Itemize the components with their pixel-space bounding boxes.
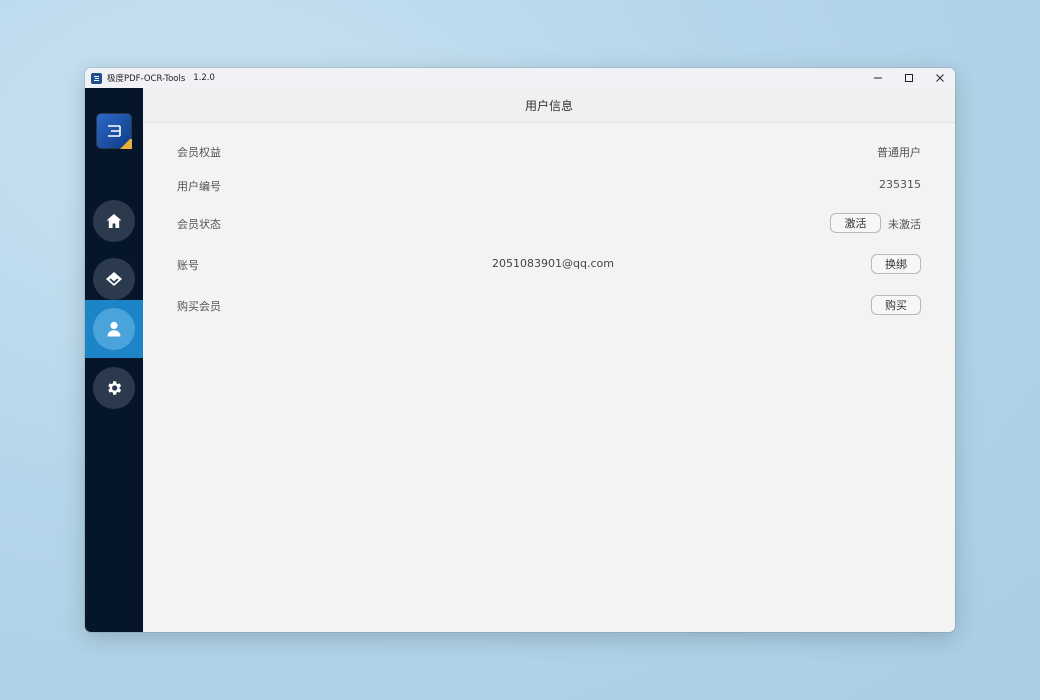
maximize-icon — [905, 74, 913, 82]
account-label: 账号 — [177, 259, 199, 272]
page-header: 用户信息 — [143, 88, 955, 123]
buy-button[interactable]: 购买 — [871, 295, 921, 315]
diamond-icon — [106, 272, 122, 286]
app-version: 1.2.0 — [193, 73, 215, 83]
close-button[interactable] — [925, 68, 955, 88]
maximize-button[interactable] — [894, 68, 924, 88]
activate-button[interactable]: 激活 — [830, 213, 881, 233]
app-icon — [91, 72, 102, 84]
sidebar-item-settings[interactable] — [85, 359, 143, 417]
app-logo — [97, 114, 132, 149]
buy-membership-label: 购买会员 — [177, 300, 221, 313]
rebind-button[interactable]: 换绑 — [871, 254, 921, 274]
member-status-label: 会员状态 — [177, 218, 221, 231]
membership-value: 普通用户 — [877, 146, 921, 159]
close-icon — [936, 74, 944, 82]
sidebar-item-home[interactable] — [85, 192, 143, 250]
user-id-label: 用户编号 — [177, 180, 221, 193]
app-window: 极度PDF-OCR-Tools 1.2.0 用户信息 会员权益 普通用户 用户编… — [85, 68, 955, 632]
user-icon — [107, 321, 121, 337]
member-status-value: 未激活 — [888, 218, 921, 231]
membership-label: 会员权益 — [177, 146, 221, 159]
gear-icon — [108, 381, 122, 395]
title-bar: 极度PDF-OCR-Tools 1.2.0 — [85, 68, 955, 88]
user-id-value: 235315 — [879, 178, 921, 191]
home-icon — [106, 214, 122, 228]
window-title: 极度PDF-OCR-Tools — [107, 74, 186, 84]
minimize-icon — [874, 77, 882, 79]
sidebar-item-user[interactable] — [85, 300, 143, 358]
minimize-button[interactable] — [863, 68, 893, 88]
sidebar — [85, 88, 143, 632]
account-email: 2051083901@qq.com — [492, 257, 614, 270]
page-title: 用户信息 — [524, 98, 573, 113]
